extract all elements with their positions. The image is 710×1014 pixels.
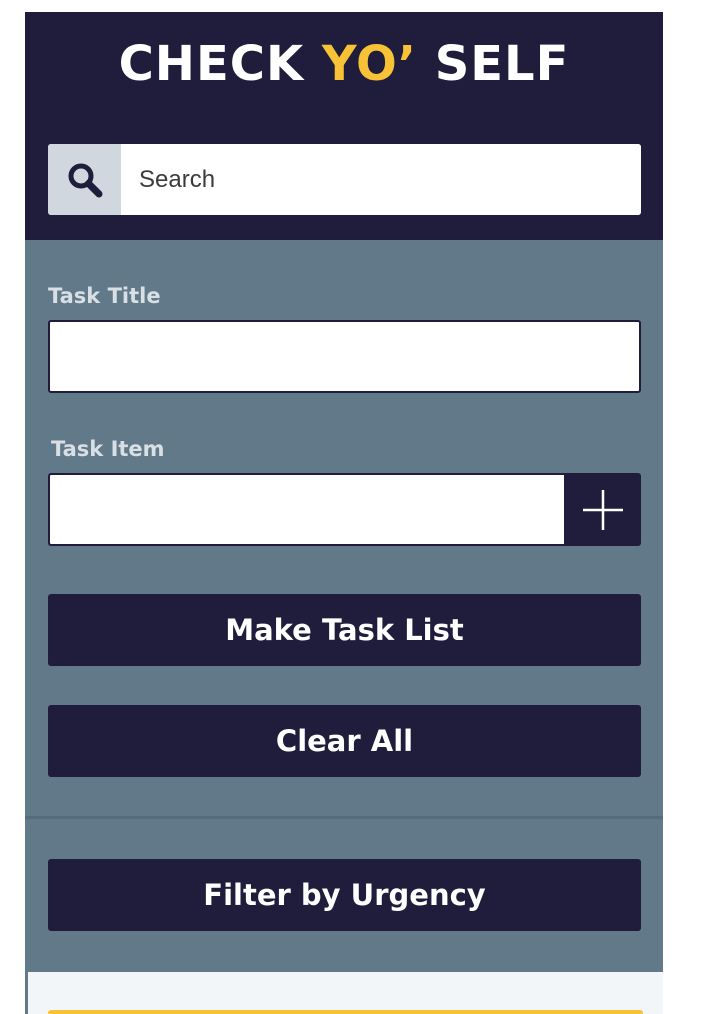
search-bar — [48, 144, 641, 215]
make-task-list-button[interactable]: Make Task List — [48, 594, 641, 666]
task-title-input[interactable] — [48, 320, 641, 393]
clear-all-button[interactable]: Clear All — [48, 705, 641, 777]
task-card-area — [28, 972, 663, 1014]
app-container: CHECK YO’ SELF Task Title Task Item Make… — [25, 12, 663, 1014]
title-accent-yo: YO’ — [321, 36, 417, 92]
search-icon — [68, 163, 102, 197]
title-part-self: SELF — [416, 36, 570, 92]
header: CHECK YO’ SELF — [25, 12, 663, 240]
search-button[interactable] — [48, 144, 121, 215]
task-title-label: Task Title — [48, 284, 161, 308]
filter-by-urgency-button[interactable]: Filter by Urgency — [48, 859, 641, 931]
plus-icon — [582, 489, 623, 530]
title-part-check: CHECK — [118, 36, 322, 92]
section-divider — [25, 816, 663, 819]
app-title: CHECK YO’ SELF — [25, 34, 663, 94]
task-item-input[interactable] — [48, 473, 566, 546]
add-task-item-button[interactable] — [564, 473, 641, 546]
task-card-top-stripe — [48, 1010, 643, 1014]
task-item-label: Task Item — [51, 437, 165, 461]
search-input[interactable] — [121, 144, 641, 215]
